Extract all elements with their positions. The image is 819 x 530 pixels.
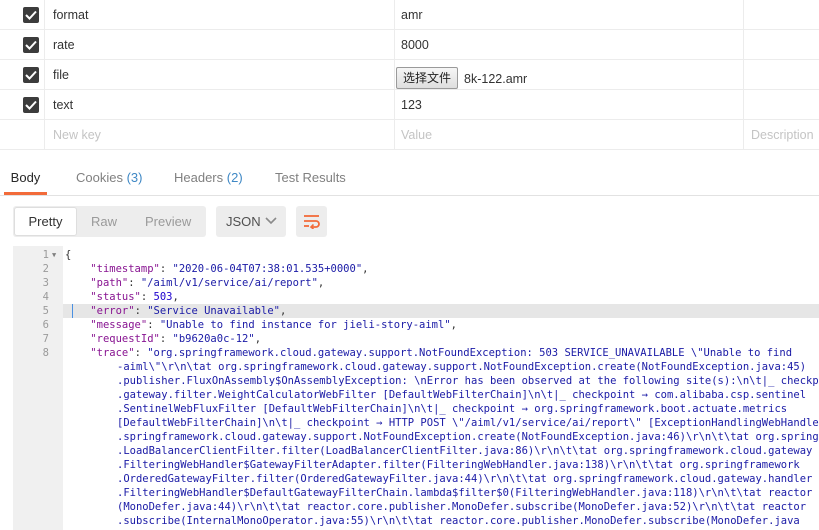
code-line: "message": "Unable to find instance for … <box>90 319 457 331</box>
new-value-input[interactable]: Value <box>401 120 432 150</box>
tab-cookies[interactable]: Cookies (3) <box>76 163 142 195</box>
code-line: "timestamp": "2020-06-04T07:38:01.535+00… <box>90 263 369 275</box>
code-line: { <box>65 249 72 261</box>
text-cursor <box>72 304 73 318</box>
pretty-button[interactable]: Pretty <box>14 207 77 236</box>
new-description-input[interactable]: Description <box>751 120 814 150</box>
param-key[interactable]: format <box>53 0 88 30</box>
params-table: format amr rate 8000 file text 123 New k… <box>0 0 819 151</box>
format-select[interactable]: JSON <box>216 206 286 237</box>
code-line: "path": "/aiml/v1/service/ai/report", <box>90 277 325 289</box>
selected-filename: 8k-122.amr <box>464 72 528 86</box>
fold-arrow-icon[interactable]: ▼ <box>52 248 56 262</box>
code-wrap-line: (MonoDefer.java:44)\r\n\t\tat reactor.co… <box>117 501 807 513</box>
code-line-active: "error": "Service Unavailable", <box>63 304 819 318</box>
param-checkbox[interactable] <box>23 7 39 23</box>
raw-button[interactable]: Raw <box>91 206 117 237</box>
choose-file-button[interactable]: 选择文件 <box>396 67 459 89</box>
view-mode-segment: Pretty Raw Preview <box>13 206 206 237</box>
wrap-lines-button[interactable] <box>296 206 327 237</box>
param-row-new: New key Value Description <box>0 120 819 150</box>
code-wrap-line: .gateway.filter.WeightCalculatorWebFilte… <box>117 389 807 401</box>
param-key[interactable]: text <box>53 90 73 120</box>
check-icon <box>25 100 37 110</box>
response-tabs: Body Cookies (3) Headers (2) Test Result… <box>0 163 819 196</box>
param-key[interactable]: file <box>53 60 69 90</box>
code-wrap-line: .LoadBalancerClientFilter.filter(LoadBal… <box>117 445 813 457</box>
param-value[interactable]: amr <box>401 0 423 30</box>
new-key-input[interactable]: New key <box>53 120 101 150</box>
code-wrap-line: .subscribe(InternalMonoOperator.java:55)… <box>117 515 800 527</box>
code-wrap-line: .SentinelWebFluxFilter [DefaultWebFilter… <box>117 403 788 415</box>
chevron-down-icon <box>265 217 277 225</box>
headers-count: (2) <box>226 170 243 185</box>
param-row-rate: rate 8000 <box>0 30 819 60</box>
tab-test-results[interactable]: Test Results <box>275 163 346 195</box>
tab-body[interactable]: Body <box>4 163 47 195</box>
tab-headers[interactable]: Headers (2) <box>174 163 243 195</box>
check-icon <box>25 70 37 80</box>
code-line: "trace": "org.springframework.cloud.gate… <box>90 347 793 359</box>
code-wrap-line: .OrderedGatewayFilter.filter(OrderedGate… <box>117 473 813 485</box>
response-body-viewer[interactable]: 1 ▼ 2 3 4 5 6 7 8 { "timestamp": "2020-0… <box>13 246 819 530</box>
check-icon <box>25 10 37 20</box>
param-value[interactable]: 8000 <box>401 30 429 60</box>
code-wrap-line: .springframework.cloud.gateway.support.N… <box>117 431 819 443</box>
code-line: "status": 503, <box>90 291 179 303</box>
code-wrap-line: .FilteringWebHandler$DefaultGatewayFilte… <box>117 487 813 499</box>
code-wrap-line: -aiml\"\r\n\tat org.springframework.clou… <box>117 361 807 373</box>
code-wrap-line: .publisher.FluxOnAssembly$OnAssemblyExce… <box>117 375 819 387</box>
format-select-value: JSON <box>226 214 261 229</box>
param-checkbox[interactable] <box>23 67 39 83</box>
param-row-format: format amr <box>0 0 819 30</box>
param-key[interactable]: rate <box>53 30 75 60</box>
preview-button[interactable]: Preview <box>145 206 191 237</box>
cookies-count: (3) <box>126 170 143 185</box>
check-icon <box>25 40 37 50</box>
code-wrap-line: [DefaultWebFilterChain]\n\t|_ checkpoint… <box>117 417 819 429</box>
line-number-gutter: 1 ▼ 2 3 4 5 6 7 8 <box>13 246 63 530</box>
param-value[interactable]: 123 <box>401 90 422 120</box>
code-wrap-line: .FilteringWebHandler$GatewayFilterAdapte… <box>117 459 800 471</box>
param-row-text: text 123 <box>0 90 819 120</box>
param-checkbox[interactable] <box>23 37 39 53</box>
param-checkbox[interactable] <box>23 97 39 113</box>
wrap-lines-icon <box>304 215 320 229</box>
code-line: "requestId": "b9620a0c-12", <box>90 333 262 345</box>
